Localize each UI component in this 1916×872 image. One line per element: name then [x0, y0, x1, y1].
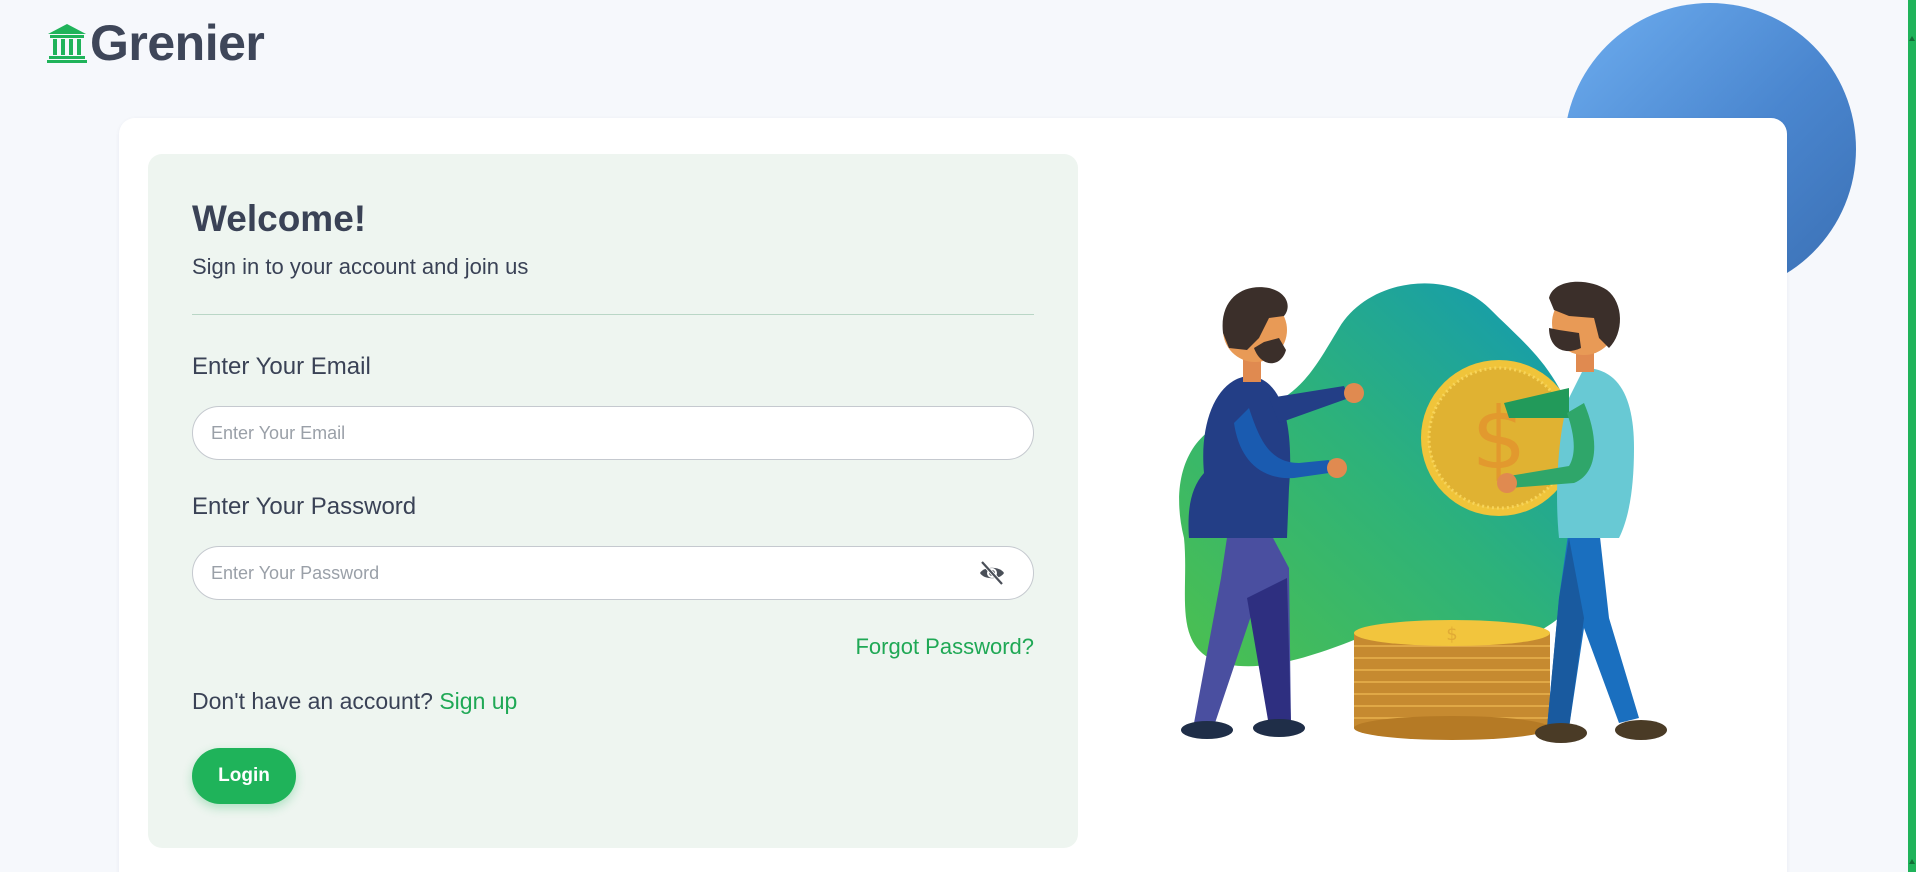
signup-link[interactable]: Sign up: [439, 688, 517, 714]
email-label: Enter Your Email: [192, 353, 371, 380]
password-field-wrapper: [192, 546, 1034, 600]
scroll-up-icon[interactable]: [1909, 36, 1915, 41]
welcome-title: Welcome!: [192, 198, 367, 239]
brand-logo[interactable]: Grenier: [46, 15, 265, 71]
password-input[interactable]: [211, 562, 977, 584]
login-form-panel: Welcome! Sign in to your account and joi…: [148, 154, 1078, 848]
divider: [192, 314, 1034, 315]
signup-row: Don't have an account? Sign up: [192, 688, 517, 715]
signup-prompt: Don't have an account?: [192, 688, 433, 714]
forgot-password-link[interactable]: Forgot Password?: [855, 634, 1034, 660]
dollar-coin: $: [1421, 360, 1577, 516]
login-button[interactable]: Login: [192, 748, 296, 804]
welcome-subtitle: Sign in to your account and join us: [192, 254, 529, 279]
password-label: Enter Your Password: [192, 493, 417, 520]
email-input[interactable]: [211, 422, 1015, 444]
scroll-down-icon[interactable]: [1909, 859, 1915, 864]
login-card: Welcome! Sign in to your account and joi…: [119, 118, 1787, 872]
coin-stack: $: [1354, 620, 1550, 740]
eye-slash-icon[interactable]: [977, 558, 1007, 588]
bank-icon: [47, 24, 87, 63]
svg-text:$: $: [1446, 624, 1457, 645]
money-exchange-illustration: $ $: [1179, 281, 1667, 743]
brand-name: Grenier: [90, 15, 265, 71]
email-field-wrapper: [192, 406, 1034, 460]
scrollbar[interactable]: [1908, 0, 1916, 872]
